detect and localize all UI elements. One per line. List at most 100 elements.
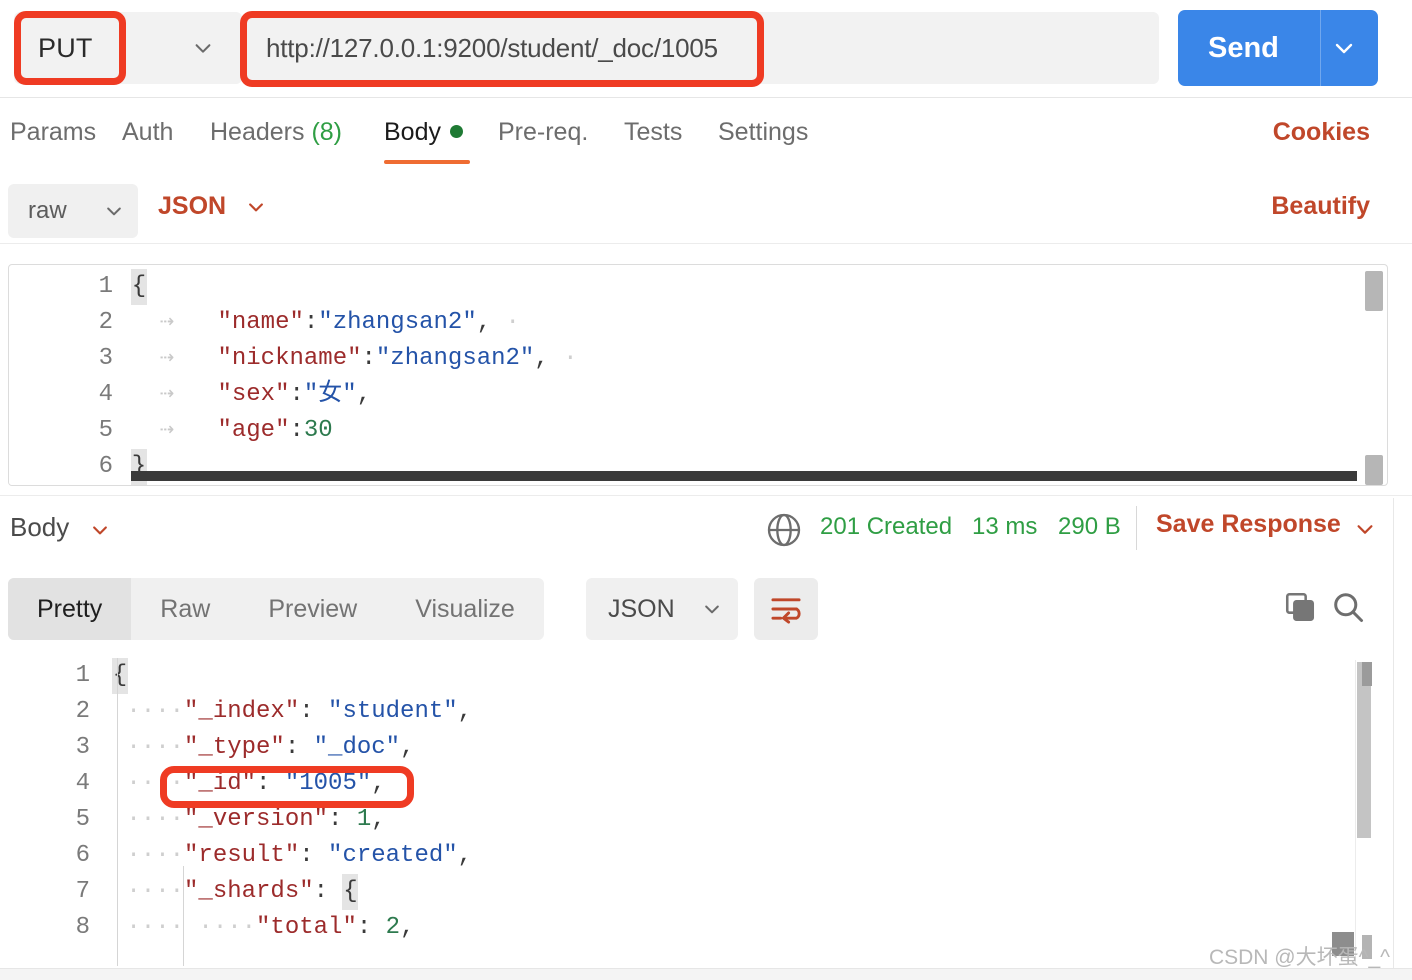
line-number: 4 <box>75 770 90 797</box>
send-divider <box>1320 10 1321 86</box>
line-number: 3 <box>98 345 113 372</box>
body-format-select[interactable]: JSON <box>158 192 266 221</box>
request-editor-gutter: 1 2 3 4 5 6 <box>9 269 131 485</box>
response-body-editor[interactable]: 1 2 3 4 5 6 7 8 { ····"_index": "student… <box>0 656 1412 966</box>
code-line: ····"_id": "1005", <box>112 770 386 797</box>
body-mode-select[interactable]: raw <box>8 184 138 238</box>
search-icon[interactable] <box>1330 589 1366 625</box>
response-code-area[interactable]: { ····"_index": "student", ····"_type": … <box>112 658 1332 946</box>
request-url-text: http://127.0.0.1:9200/student/_doc/1005 <box>266 32 718 63</box>
indent-guide <box>183 866 184 966</box>
status-footer-bar <box>0 968 1412 980</box>
code-line: ⇢ "age":30 <box>131 417 333 444</box>
request-editor-vscroll-thumb-lower[interactable] <box>1365 455 1383 485</box>
send-button[interactable]: Send <box>1178 10 1378 86</box>
tab-settings[interactable]: Settings <box>718 118 808 147</box>
wrap-lines-button[interactable] <box>754 578 818 640</box>
response-format-select[interactable]: JSON <box>586 578 738 640</box>
globe-icon <box>764 510 804 550</box>
tab-prereq-label: Pre-req. <box>498 118 589 146</box>
line-number: 4 <box>98 381 113 408</box>
tab-pretty-label: Pretty <box>37 594 103 623</box>
request-editor-vscroll-thumb[interactable] <box>1365 271 1383 311</box>
response-body-label: Body <box>10 512 70 542</box>
tab-headers[interactable]: Headers (8) <box>210 118 342 147</box>
send-button-label: Send <box>1208 31 1279 64</box>
tab-visualize-label: Visualize <box>415 594 515 623</box>
response-status-bar: Body 201 Created 13 ms 290 B Save Respon… <box>0 495 1412 571</box>
tab-body[interactable]: Body <box>384 118 463 147</box>
body-present-dot-icon <box>449 125 463 138</box>
indent-guide <box>117 658 118 966</box>
body-format-label: JSON <box>158 192 227 220</box>
code-line: ⇢ "name":"zhangsan2", · <box>131 309 520 336</box>
tab-params[interactable]: Params <box>10 118 96 147</box>
http-method-select[interactable]: PUT <box>14 12 242 84</box>
tab-settings-label: Settings <box>718 118 809 146</box>
code-line: ⇢ "sex":"女", <box>131 381 372 408</box>
chevron-down-icon <box>246 197 266 217</box>
response-editor-gutter: 1 2 3 4 5 6 7 8 <box>0 658 112 946</box>
line-number: 5 <box>98 417 113 444</box>
postman-window: PUT http://127.0.0.1:9200/student/_doc/1… <box>0 0 1412 980</box>
save-response-chevron-down-icon[interactable] <box>1354 518 1376 540</box>
code-line: ····"_version": 1, <box>112 806 386 833</box>
tab-tests[interactable]: Tests <box>624 118 682 147</box>
send-options-chevron-down-icon[interactable] <box>1332 36 1356 60</box>
response-vscroll-thumb-highlight <box>1362 662 1372 686</box>
response-size: 290 B <box>1058 513 1121 540</box>
beautify-button[interactable]: Beautify <box>1271 192 1370 221</box>
tab-preview[interactable]: Preview <box>239 578 386 640</box>
tab-pretty[interactable]: Pretty <box>8 578 132 640</box>
tab-params-label: Params <box>10 118 97 146</box>
code-line: { <box>131 269 1361 305</box>
line-number: 1 <box>75 662 90 689</box>
request-body-editor[interactable]: 1 2 3 4 5 6 { ⇢ "name":"zhangsan2", · ⇢ … <box>8 264 1388 486</box>
code-line: ···· ····"total": 2, <box>112 914 415 941</box>
watermark: CSDN @大坏蛋^_^ <box>1208 946 1390 969</box>
line-number: 8 <box>75 914 90 941</box>
request-editor-hscrollbar[interactable] <box>131 471 1357 481</box>
request-url-input[interactable]: http://127.0.0.1:9200/student/_doc/1005 <box>244 12 1159 84</box>
line-number: 7 <box>75 878 90 905</box>
response-vscroll-thumb[interactable] <box>1357 662 1371 838</box>
save-response-button[interactable]: Save Response <box>1156 510 1341 539</box>
tab-tests-label: Tests <box>624 118 683 146</box>
tab-headers-label: Headers <box>210 118 305 146</box>
code-line: ⇢ "nickname":"zhangsan2", · <box>131 345 578 372</box>
tab-raw[interactable]: Raw <box>131 578 239 640</box>
line-number: 5 <box>75 806 90 833</box>
tab-raw-label: Raw <box>160 594 211 623</box>
status-divider <box>1136 506 1137 550</box>
body-type-row: raw JSON <box>0 176 1412 244</box>
tab-preview-label: Preview <box>268 594 358 623</box>
tab-auth-label: Auth <box>122 118 174 146</box>
tab-visualize[interactable]: Visualize <box>386 578 544 640</box>
chevron-down-icon <box>702 599 722 619</box>
request-code-area[interactable]: { ⇢ "name":"zhangsan2", · ⇢ "nickname":"… <box>131 269 1361 485</box>
response-format-label: JSON <box>608 594 675 623</box>
chevron-down-icon[interactable] <box>90 520 110 540</box>
body-mode-label: raw <box>28 197 67 224</box>
cookies-link[interactable]: Cookies <box>1273 118 1370 147</box>
code-line: ····"result": "created", <box>112 842 473 869</box>
active-tab-underline <box>384 160 470 164</box>
request-url-bar: PUT http://127.0.0.1:9200/student/_doc/1… <box>0 0 1412 98</box>
line-number: 6 <box>98 453 113 480</box>
response-time: 13 ms <box>972 513 1038 540</box>
tab-headers-count: (8) <box>311 118 343 146</box>
request-tabs: Params Auth Headers (8) Body Pre-req. Te… <box>0 98 1412 176</box>
status-code: 201 Created <box>820 513 953 540</box>
panel-right-edge <box>1393 498 1394 980</box>
code-line: ····"_type": "_doc", <box>112 734 415 761</box>
line-number: 2 <box>75 698 90 725</box>
copy-icon[interactable] <box>1283 590 1317 624</box>
code-line: ····"_index": "student", <box>112 698 473 725</box>
line-number: 2 <box>98 309 113 336</box>
line-number: 1 <box>98 273 113 300</box>
wrap-lines-icon <box>769 594 803 624</box>
chevron-down-icon <box>104 201 124 221</box>
code-line: { <box>112 658 1332 694</box>
tab-prereq[interactable]: Pre-req. <box>498 118 588 147</box>
tab-auth[interactable]: Auth <box>122 118 173 147</box>
